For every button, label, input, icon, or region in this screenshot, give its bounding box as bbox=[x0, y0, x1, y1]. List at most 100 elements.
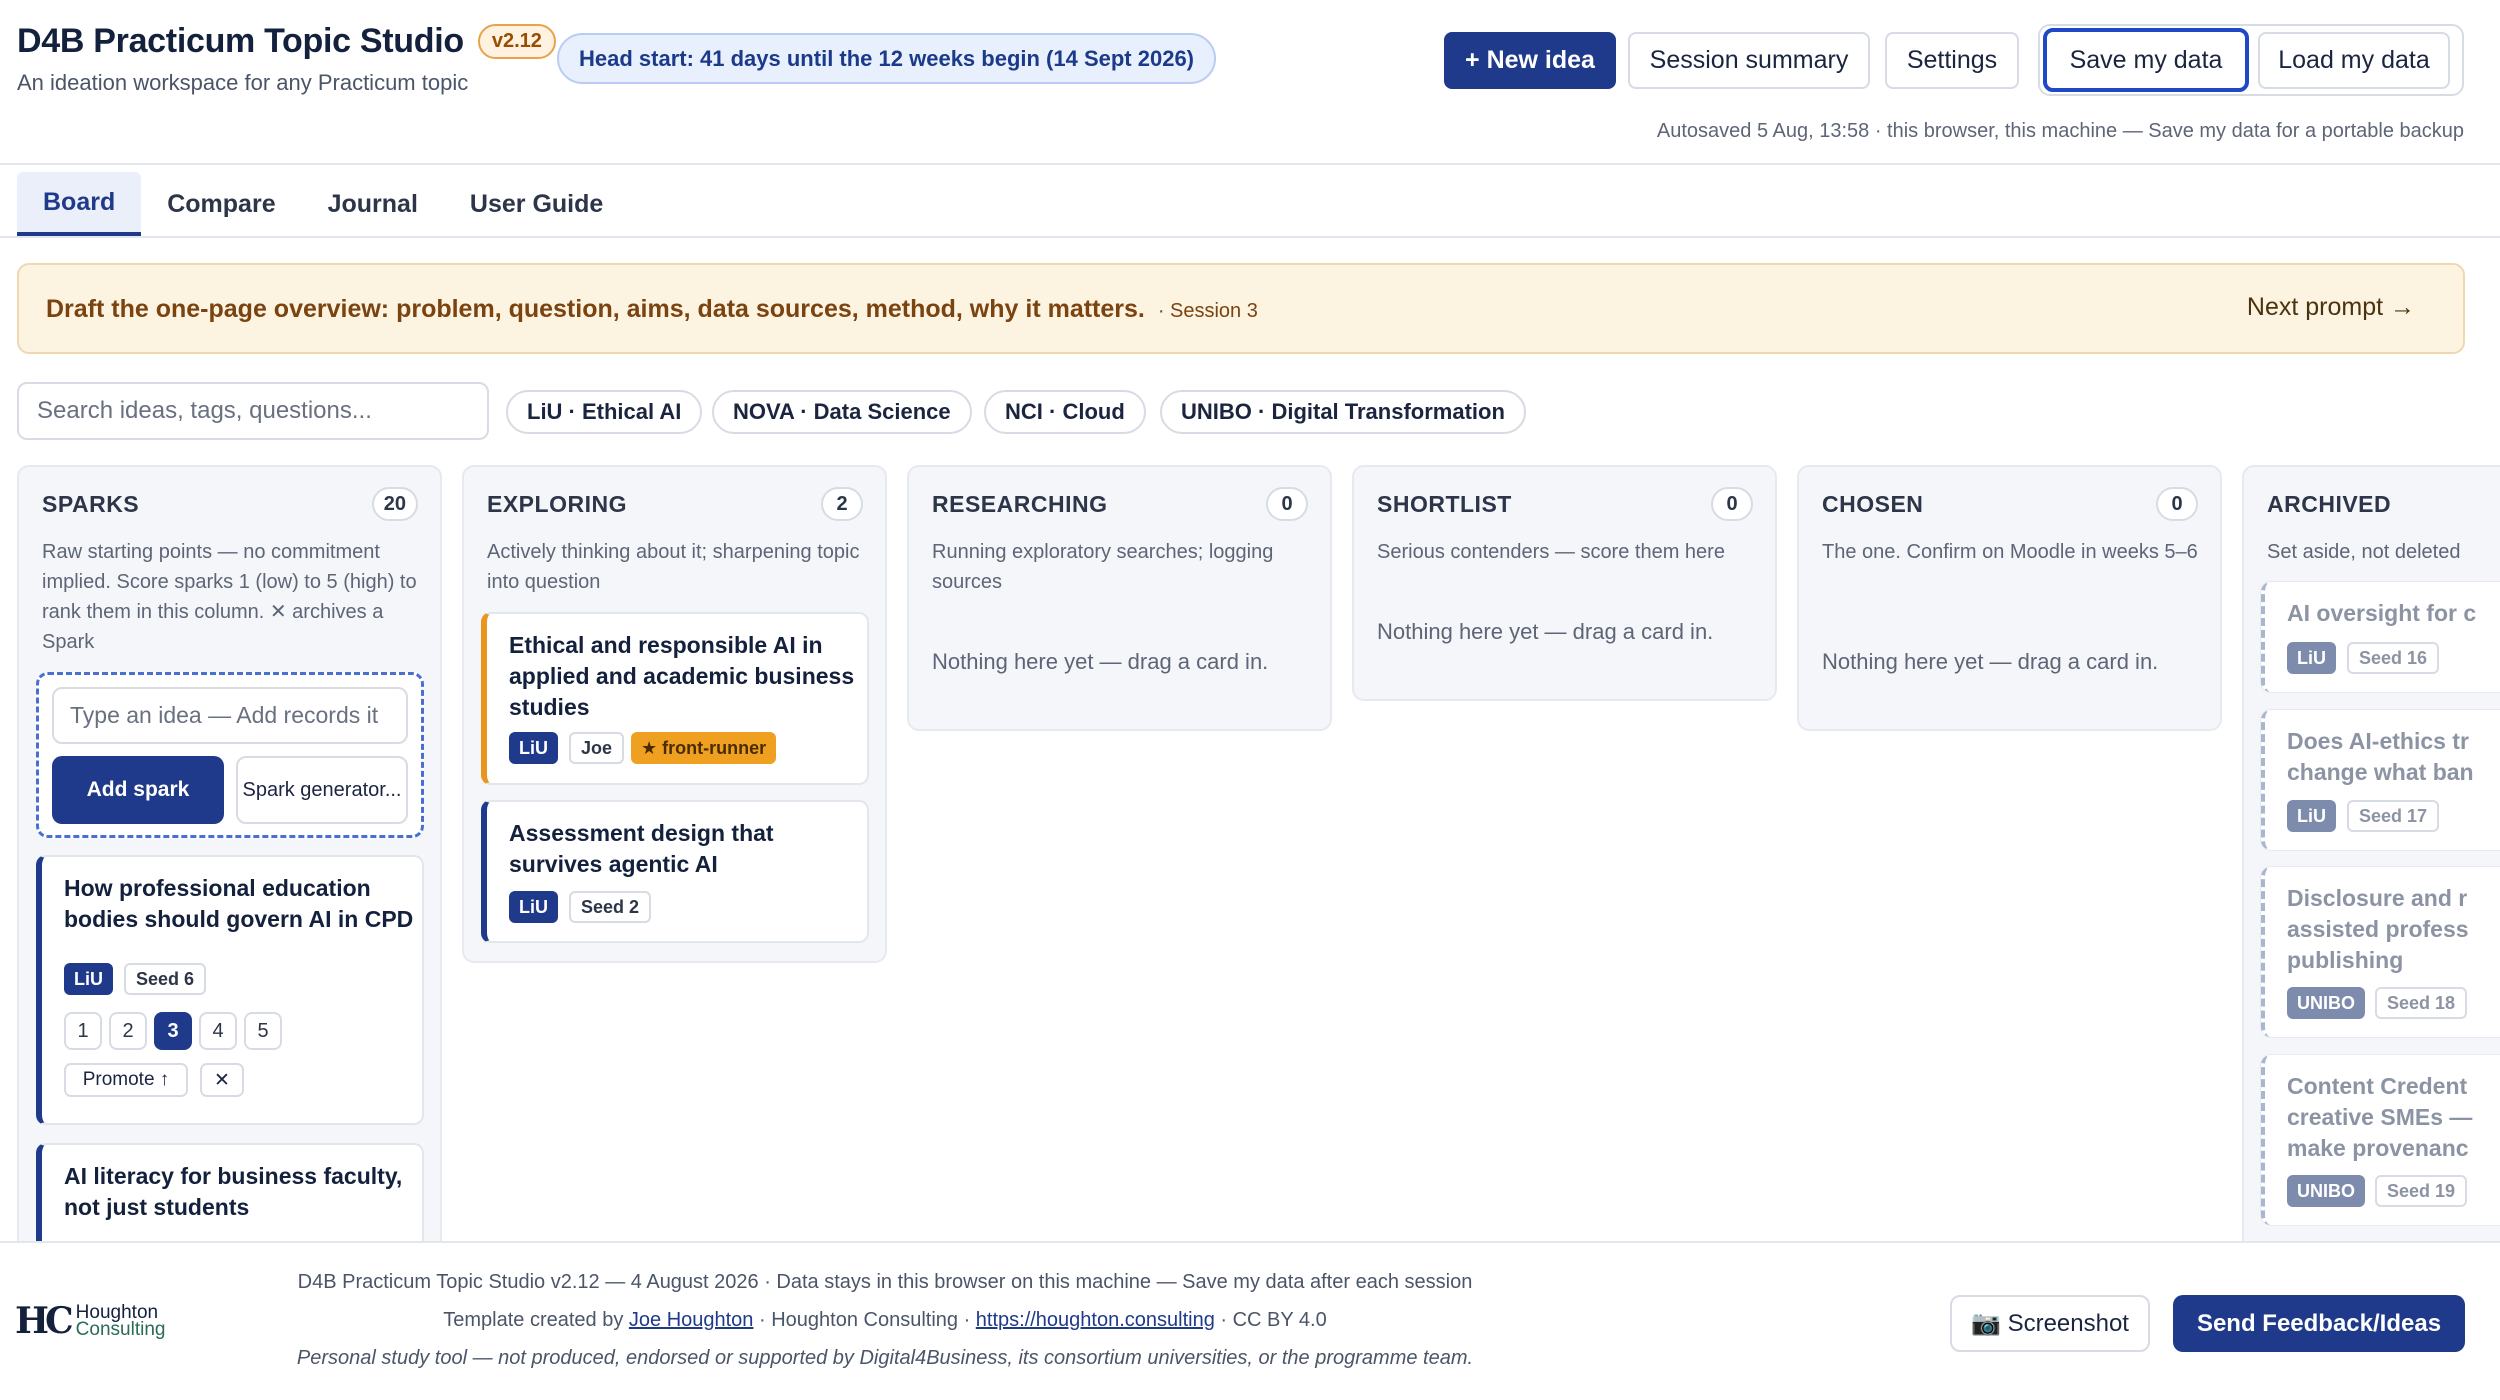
university-tag: LiU bbox=[64, 963, 113, 995]
chip-liu-ethical-ai[interactable]: LiU · Ethical AI bbox=[506, 390, 703, 434]
add-spark-box: Add spark Spark generator... bbox=[36, 672, 424, 838]
card-title-line: Disclosure and r bbox=[2287, 885, 2468, 911]
version-badge: v2.12 bbox=[477, 24, 556, 59]
card-title: AI literacy for business faculty, not ju… bbox=[64, 1163, 403, 1220]
card-title-line: publishing bbox=[2287, 947, 2404, 973]
empty-message: Nothing here yet — drag a card in. bbox=[932, 649, 1269, 674]
website-link[interactable]: https://houghton.consulting bbox=[976, 1309, 1215, 1331]
column-count: 20 bbox=[371, 487, 418, 521]
archived-card[interactable]: AI oversight for c LiU Seed 16 bbox=[2261, 582, 2500, 692]
seed-tag: Seed 17 bbox=[2347, 800, 2440, 832]
column-shortlist: SHORTLIST 0 Serious contenders — score t… bbox=[1352, 465, 1777, 701]
tab-journal[interactable]: Journal bbox=[302, 172, 444, 236]
chip-unibo-digital-transformation[interactable]: UNIBO · Digital Transformation bbox=[1160, 390, 1526, 434]
column-title: EXPLORING bbox=[487, 491, 627, 517]
university-tag: LiU bbox=[509, 891, 558, 923]
card-title-line: Content Credent bbox=[2287, 1073, 2468, 1099]
idea-card[interactable]: Assessment design that survives agentic … bbox=[481, 800, 869, 943]
title-row: D4B Practicum Topic Studio v2.12 bbox=[17, 22, 556, 61]
send-feedback-button[interactable]: Send Feedback/Ideas bbox=[2173, 1295, 2465, 1352]
archive-icon[interactable]: ✕ bbox=[200, 1063, 244, 1097]
score-2-button[interactable]: 2 bbox=[109, 1012, 147, 1050]
university-tag: LiU bbox=[509, 732, 558, 764]
card-title-line: change what ban bbox=[2287, 759, 2474, 785]
search-input[interactable] bbox=[17, 382, 489, 440]
chip-nci-cloud[interactable]: NCI · Cloud bbox=[984, 390, 1146, 434]
column-title: ARCHIVED bbox=[2267, 491, 2392, 517]
column-archived: ARCHIVED Set aside, not deleted AI overs… bbox=[2242, 465, 2500, 1245]
add-spark-button[interactable]: Add spark bbox=[52, 756, 224, 824]
card-title: Disclosure and r assisted profess publis… bbox=[2287, 883, 2500, 976]
app-subtitle: An ideation workspace for any Practicum … bbox=[17, 70, 469, 95]
chip-nova-data-science[interactable]: NOVA · Data Science bbox=[712, 390, 972, 434]
score-4-button[interactable]: 4 bbox=[199, 1012, 237, 1050]
footer-disclaimer: Personal study tool — not produced, endo… bbox=[296, 1347, 1474, 1369]
owner-tag: Joe bbox=[569, 732, 625, 764]
settings-button[interactable]: Settings bbox=[1885, 32, 2019, 89]
card-title: Content Credent creative SMEs — make pro… bbox=[2287, 1071, 2500, 1164]
screenshot-button[interactable]: 📷 Screenshot bbox=[1950, 1295, 2150, 1352]
empty-message: Nothing here yet — drag a card in. bbox=[1822, 649, 2159, 674]
credits-middle: · Houghton Consulting · bbox=[753, 1309, 976, 1331]
session-prompt: Draft the one-page overview: problem, qu… bbox=[17, 263, 2465, 354]
column-count: 0 bbox=[1266, 487, 1308, 521]
tab-user-guide[interactable]: User Guide bbox=[444, 172, 629, 236]
university-tag: LiU bbox=[2287, 800, 2336, 832]
promote-button[interactable]: Promote ↑ bbox=[64, 1063, 188, 1097]
column-count: 0 bbox=[2156, 487, 2198, 521]
tab-compare[interactable]: Compare bbox=[141, 172, 301, 236]
empty-message: Nothing here yet — drag a card in. bbox=[1377, 619, 1714, 644]
archived-card[interactable]: Disclosure and r assisted profess publis… bbox=[2261, 867, 2500, 1037]
new-idea-button[interactable]: + New idea bbox=[1444, 32, 1616, 89]
author-link[interactable]: Joe Houghton bbox=[629, 1309, 754, 1331]
prompt-text: Draft the one-page overview: problem, qu… bbox=[46, 295, 1258, 324]
footer-info: D4B Practicum Topic Studio v2.12 — 4 Aug… bbox=[297, 1271, 1473, 1293]
footer-credits: Template created by Joe Houghton · Hough… bbox=[0, 1309, 1770, 1332]
column-description: Actively thinking about it; sharpening t… bbox=[487, 541, 860, 593]
archived-card[interactable]: Does AI-ethics tr change what ban LiU Se… bbox=[2261, 710, 2500, 850]
card-title-line: creative SMEs — bbox=[2287, 1104, 2473, 1130]
license-text: · CC BY 4.0 bbox=[1214, 1309, 1327, 1331]
column-description: Raw starting points — no commitment impl… bbox=[42, 541, 417, 653]
card-title-line: Does AI-ethics tr bbox=[2287, 728, 2469, 754]
card-title: Does AI-ethics tr change what ban bbox=[2287, 726, 2500, 788]
next-prompt-button[interactable]: Next prompt → bbox=[2247, 293, 2415, 322]
seed-tag: Seed 18 bbox=[2375, 987, 2468, 1019]
column-description: Running exploratory searches; logging so… bbox=[932, 541, 1274, 593]
university-tag: UNIBO bbox=[2287, 1175, 2365, 1207]
column-exploring: EXPLORING 2 Actively thinking about it; … bbox=[462, 465, 887, 963]
main-tabs: Board Compare Journal User Guide bbox=[17, 172, 629, 236]
university-tag: LiU bbox=[2287, 642, 2336, 674]
seed-tag: Seed 16 bbox=[2347, 642, 2440, 674]
spark-generator-button[interactable]: Spark generator... bbox=[236, 756, 408, 824]
archived-card[interactable]: Content Credent creative SMEs — make pro… bbox=[2261, 1055, 2500, 1225]
tab-board[interactable]: Board bbox=[17, 172, 142, 236]
idea-card[interactable]: How professional education bodies should… bbox=[36, 855, 424, 1125]
column-sparks: SPARKS 20 Raw starting points — no commi… bbox=[17, 465, 442, 1263]
prompt-session: · Session 3 bbox=[1157, 300, 1258, 322]
card-title: Assessment design that survives agentic … bbox=[509, 820, 774, 877]
seed-tag: Seed 2 bbox=[569, 891, 652, 923]
card-title-line: assisted profess bbox=[2287, 916, 2469, 942]
headstart-banner: Head start: 41 days until the 12 weeks b… bbox=[557, 33, 1217, 84]
card-title: AI oversight for c bbox=[2287, 600, 2477, 626]
card-title-line: make provenanc bbox=[2287, 1135, 2469, 1161]
column-description: Serious contenders — score them here bbox=[1377, 541, 1725, 563]
session-summary-button[interactable]: Session summary bbox=[1628, 32, 1870, 89]
score-3-button[interactable]: 3 bbox=[154, 1012, 192, 1050]
score-1-button[interactable]: 1 bbox=[64, 1012, 102, 1050]
column-chosen: CHOSEN 0 The one. Confirm on Moodle in w… bbox=[1797, 465, 2222, 731]
prompt-body: Draft the one-page overview: problem, qu… bbox=[46, 295, 1145, 323]
score-5-button[interactable]: 5 bbox=[244, 1012, 282, 1050]
card-title: Ethical and responsible AI in applied an… bbox=[509, 632, 855, 720]
save-data-button[interactable]: Save my data bbox=[2043, 28, 2249, 92]
column-title: RESEARCHING bbox=[932, 491, 1108, 517]
app-header: D4B Practicum Topic Studio v2.12 Head st… bbox=[0, 0, 2500, 165]
app-title: D4B Practicum Topic Studio bbox=[17, 22, 464, 60]
column-count: 2 bbox=[821, 487, 863, 521]
idea-input[interactable] bbox=[52, 687, 408, 744]
column-researching: RESEARCHING 0 Running exploratory search… bbox=[907, 465, 1332, 731]
load-data-button[interactable]: Load my data bbox=[2258, 32, 2450, 89]
idea-card[interactable]: Ethical and responsible AI in applied an… bbox=[481, 612, 869, 785]
column-description: The one. Confirm on Moodle in weeks 5–6 bbox=[1822, 541, 2198, 563]
